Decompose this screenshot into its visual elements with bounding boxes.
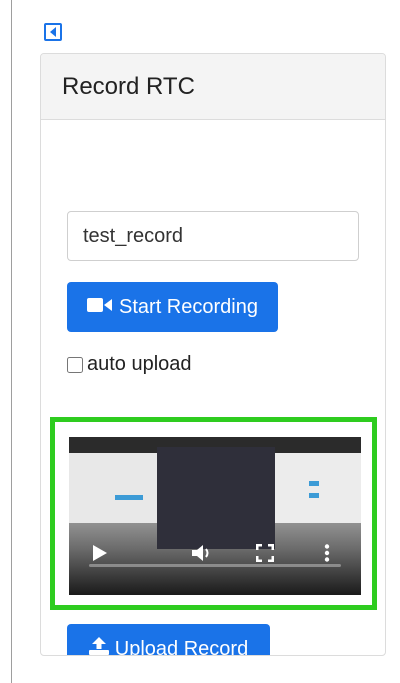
auto-upload-label: auto upload <box>87 353 192 375</box>
record-rtc-card: Record RTC Start Recording auto upload <box>40 53 386 656</box>
video-thumbnail-right-pane <box>275 453 361 523</box>
upload-record-button[interactable]: Upload Record <box>67 624 270 656</box>
play-icon[interactable] <box>93 545 107 561</box>
video-camera-icon <box>87 296 113 319</box>
video-highlight-frame <box>50 417 377 610</box>
video-controls <box>69 515 361 595</box>
fullscreen-icon[interactable] <box>256 544 274 562</box>
card-header: Record RTC <box>41 54 385 120</box>
caret-left-icon <box>50 27 56 37</box>
record-name-input[interactable] <box>67 211 359 261</box>
video-progress-track[interactable] <box>89 564 341 567</box>
upload-icon <box>88 637 109 655</box>
start-recording-label: Start Recording <box>119 295 258 318</box>
start-recording-button[interactable]: Start Recording <box>67 282 278 332</box>
card-title: Record RTC <box>62 72 195 100</box>
auto-upload-checkbox[interactable] <box>67 356 83 373</box>
video-thumbnail-page <box>69 453 157 523</box>
volume-icon[interactable] <box>192 544 212 562</box>
video-thumbnail-chip <box>309 493 319 498</box>
video-thumbnail-chip <box>115 495 143 500</box>
recording-preview-video[interactable] <box>69 437 361 595</box>
auto-upload-option[interactable]: auto upload <box>67 353 192 376</box>
upload-record-label: Upload Record <box>114 637 249 656</box>
video-thumbnail-chip <box>309 481 319 486</box>
more-vertical-icon[interactable] <box>324 544 330 562</box>
sidebar-toggle-button[interactable] <box>44 23 62 41</box>
